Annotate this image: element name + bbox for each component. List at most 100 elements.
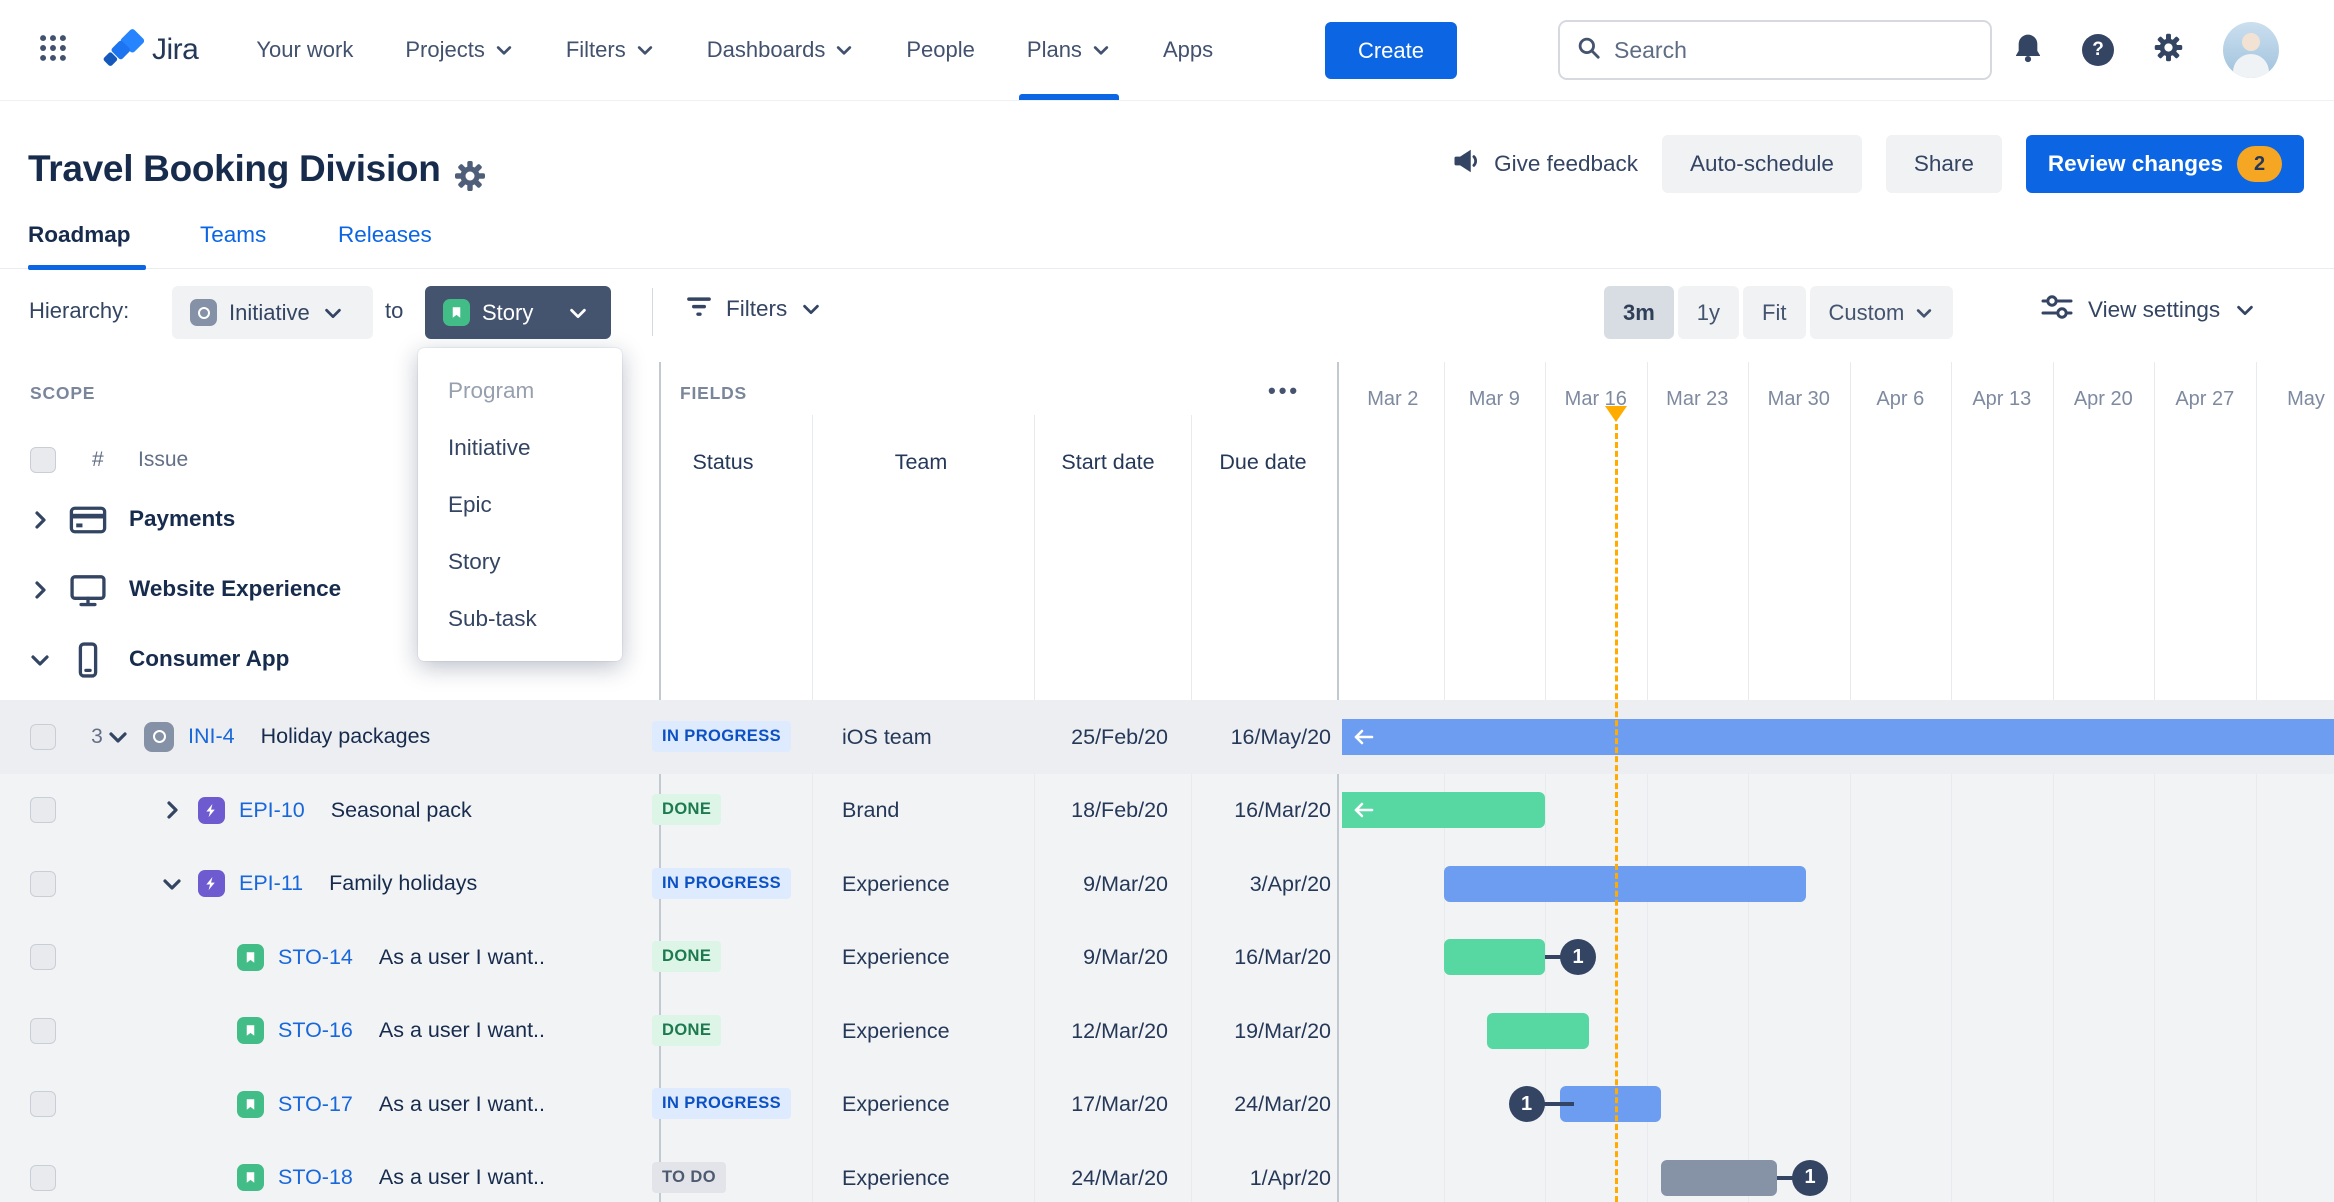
nav-item-dashboards[interactable]: Dashboards — [707, 0, 855, 100]
status-badge[interactable]: IN PROGRESS — [652, 1088, 792, 1120]
due-date-cell[interactable]: 24/Mar/20 — [1191, 1092, 1331, 1117]
due-date-cell[interactable]: 16/Mar/20 — [1191, 945, 1331, 970]
select-all-checkbox[interactable] — [30, 447, 56, 473]
hierarchy-to-dropdown[interactable]: Story — [425, 286, 611, 339]
row-checkbox[interactable] — [30, 870, 56, 897]
zoom-option-fit[interactable]: Fit — [1743, 286, 1806, 339]
team-cell[interactable]: Experience — [842, 872, 950, 897]
issue-key[interactable]: EPI-10 — [239, 798, 305, 823]
create-button[interactable]: Create — [1325, 22, 1457, 79]
nav-item-filters[interactable]: Filters — [566, 0, 655, 100]
gantt-bar-epi-11[interactable] — [1443, 865, 1806, 902]
hierarchy-from-dropdown[interactable]: Initiative — [172, 286, 373, 339]
nav-item-plans[interactable]: Plans — [1018, 0, 1119, 100]
column-header-start-date[interactable]: Start date — [1061, 450, 1154, 475]
nav-item-people[interactable]: People — [906, 0, 975, 100]
due-date-cell[interactable]: 16/Mar/20 — [1191, 798, 1331, 823]
status-badge[interactable]: TO DO — [652, 1161, 726, 1193]
issue-key[interactable]: STO-14 — [278, 945, 353, 970]
gantt-bar-epi-10[interactable] — [1342, 792, 1545, 829]
dropdown-item-initiative[interactable]: Initiative — [418, 419, 622, 476]
row-expand-toggle[interactable] — [106, 725, 130, 749]
give-feedback-button[interactable]: Give feedback — [1452, 146, 1638, 182]
gantt-bar-ini-4[interactable] — [1342, 718, 2334, 755]
jira-logo[interactable]: Jira — [100, 28, 199, 72]
group-expand-toggle[interactable] — [28, 648, 52, 677]
issue-key[interactable]: STO-18 — [278, 1165, 353, 1190]
dropdown-item-story[interactable]: Story — [418, 533, 622, 590]
row-checkbox[interactable] — [30, 723, 56, 750]
row-checkbox[interactable] — [30, 797, 56, 824]
dependency-count-badge[interactable]: 1 — [1792, 1159, 1828, 1196]
plan-settings-gear-icon[interactable] — [452, 158, 488, 199]
fields-more-button[interactable]: ••• — [1268, 378, 1300, 404]
start-date-cell[interactable]: 18/Feb/20 — [1034, 798, 1168, 823]
group-expand-toggle[interactable] — [28, 508, 52, 537]
tab-roadmap[interactable]: Roadmap — [28, 222, 131, 248]
start-date-cell[interactable]: 24/Mar/20 — [1034, 1166, 1168, 1191]
issue-key[interactable]: STO-17 — [278, 1092, 353, 1117]
due-date-cell[interactable]: 19/Mar/20 — [1191, 1019, 1331, 1044]
issue-key[interactable]: INI-4 — [188, 724, 235, 749]
row-checkbox[interactable] — [30, 944, 56, 971]
status-badge[interactable]: DONE — [652, 1014, 722, 1046]
dependency-count-badge[interactable]: 1 — [1560, 939, 1596, 976]
column-header-status[interactable]: Status — [693, 450, 754, 475]
user-avatar[interactable] — [2223, 22, 2279, 78]
notifications-bell-icon[interactable] — [2012, 32, 2044, 69]
row-checkbox[interactable] — [30, 1017, 56, 1044]
start-date-cell[interactable]: 9/Mar/20 — [1034, 872, 1168, 897]
status-badge[interactable]: DONE — [652, 941, 722, 973]
status-badge[interactable]: DONE — [652, 794, 722, 826]
team-cell[interactable]: Experience — [842, 945, 950, 970]
start-date-cell[interactable]: 9/Mar/20 — [1034, 945, 1168, 970]
help-icon[interactable]: ? — [2082, 34, 2114, 66]
nav-item-your-work[interactable]: Your work — [256, 0, 353, 100]
row-expand-toggle[interactable] — [160, 872, 184, 896]
column-header-team[interactable]: Team — [895, 450, 948, 475]
global-search[interactable] — [1558, 20, 1992, 80]
team-cell[interactable]: Experience — [842, 1019, 950, 1044]
tab-releases[interactable]: Releases — [338, 222, 432, 248]
row-checkbox[interactable] — [30, 1164, 56, 1191]
dropdown-item-sub-task[interactable]: Sub-task — [418, 590, 622, 647]
start-date-cell[interactable]: 12/Mar/20 — [1034, 1019, 1168, 1044]
status-badge[interactable]: IN PROGRESS — [652, 867, 792, 899]
view-settings-button[interactable]: View settings — [2040, 292, 2256, 328]
nav-item-apps[interactable]: Apps — [1163, 0, 1213, 100]
zoom-option-1y[interactable]: 1y — [1677, 286, 1740, 339]
filters-button[interactable]: Filters — [685, 292, 822, 326]
start-date-cell[interactable]: 17/Mar/20 — [1034, 1092, 1168, 1117]
settings-gear-icon[interactable] — [2152, 31, 2185, 69]
dropdown-item-epic[interactable]: Epic — [418, 476, 622, 533]
tab-teams[interactable]: Teams — [200, 222, 266, 248]
app-switcher-icon[interactable] — [36, 31, 70, 70]
auto-schedule-button[interactable]: Auto-schedule — [1662, 135, 1862, 193]
gantt-bar-sto-16[interactable] — [1487, 1012, 1589, 1049]
group-expand-toggle[interactable] — [28, 578, 52, 607]
team-cell[interactable]: Experience — [842, 1166, 950, 1191]
column-header-due-date[interactable]: Due date — [1219, 450, 1306, 475]
team-cell[interactable]: iOS team — [842, 725, 932, 750]
zoom-option-3m[interactable]: 3m — [1604, 286, 1674, 339]
gantt-bar-sto-17[interactable] — [1559, 1086, 1661, 1123]
review-changes-button[interactable]: Review changes 2 — [2025, 135, 2304, 193]
team-cell[interactable]: Experience — [842, 1092, 950, 1117]
status-badge[interactable]: IN PROGRESS — [652, 720, 792, 752]
row-expand-toggle[interactable] — [160, 798, 184, 822]
zoom-option-custom[interactable]: Custom — [1809, 286, 1954, 339]
start-date-cell[interactable]: 25/Feb/20 — [1034, 725, 1168, 750]
gantt-bar-sto-14[interactable] — [1443, 939, 1545, 976]
row-checkbox[interactable] — [30, 1091, 56, 1118]
share-button[interactable]: Share — [1885, 135, 2002, 193]
team-cell[interactable]: Brand — [842, 798, 899, 823]
dependency-count-badge[interactable]: 1 — [1508, 1086, 1545, 1123]
issue-key[interactable]: STO-16 — [278, 1018, 353, 1043]
due-date-cell[interactable]: 3/Apr/20 — [1191, 872, 1331, 897]
due-date-cell[interactable]: 16/May/20 — [1191, 725, 1331, 750]
nav-item-projects[interactable]: Projects — [405, 0, 513, 100]
search-input[interactable] — [1614, 36, 1944, 64]
gantt-bar-sto-18[interactable] — [1661, 1159, 1777, 1196]
issue-key[interactable]: EPI-11 — [239, 871, 303, 896]
due-date-cell[interactable]: 1/Apr/20 — [1191, 1166, 1331, 1191]
